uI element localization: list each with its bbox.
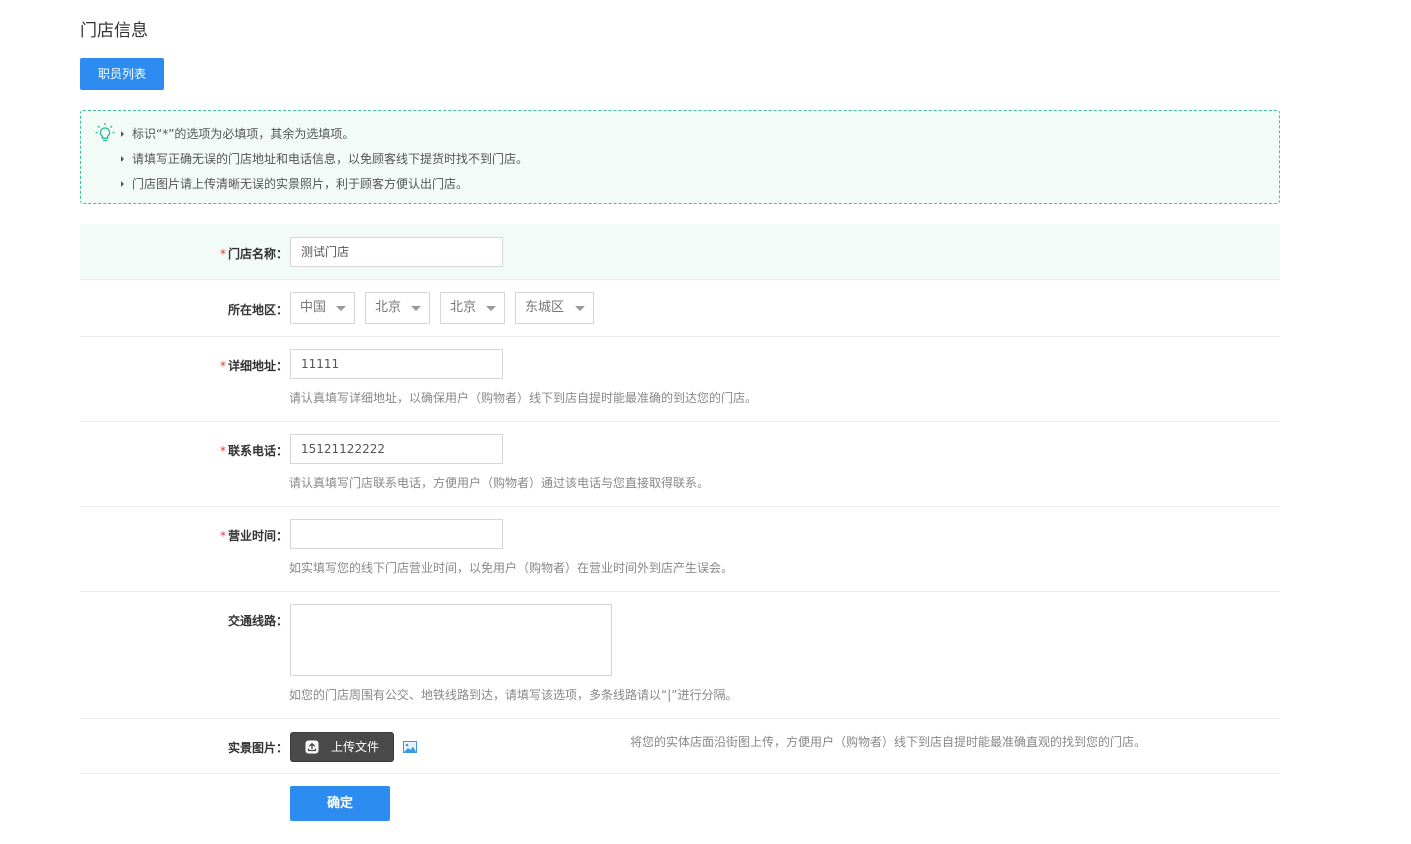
hours-input[interactable] (290, 519, 503, 549)
hours-label: * 营业时间： (219, 529, 288, 543)
province-select[interactable]: 北京 (365, 292, 430, 324)
transit-label: 交通线路： (227, 614, 288, 628)
phone-input[interactable]: 15121122222 (290, 434, 503, 464)
upload-icon (305, 740, 319, 754)
transit-textarea[interactable] (290, 604, 612, 676)
region-label: 所在地区： (227, 303, 288, 317)
chevron-down-icon (336, 306, 346, 311)
chevron-down-icon (411, 306, 421, 311)
hours-row: * 营业时间： 如实填写您的线下门店营业时间，以免用户（购物者）在营业时间外到店产… (80, 507, 1280, 592)
address-input[interactable]: 11111 (290, 349, 503, 379)
tip-item: 标识“*”的选项为必填项，其余为选填项。 (121, 125, 354, 142)
district-select[interactable]: 东城区 (515, 292, 594, 324)
country-select[interactable]: 中国 (290, 292, 355, 324)
upload-file-button[interactable]: 上传文件 (290, 732, 394, 762)
hours-hint: 如实填写您的线下门店营业时间，以免用户（购物者）在营业时间外到店产生误会。 (289, 561, 734, 575)
tips-panel: 标识“*”的选项为必填项，其余为选填项。 请填写正确无误的门店地址和电话信息，以… (80, 110, 1280, 204)
region-row: 所在地区： 中国 北京 北京 东城区 (80, 280, 1280, 337)
transit-hint: 如您的门店周围有公交、地铁线路到达，请填写该选项，多条线路请以“|”进行分隔。 (289, 688, 738, 702)
address-label: * 详细地址： (219, 359, 288, 373)
photo-hint: 将您的实体店面沿街图上传，方便用户（购物者）线下到店自提时能最准确直观的找到您的… (630, 735, 1147, 749)
photo-row: 实景图片： 上传文件 将您的实体店面沿街图上传，方便用户（购物者）线下到店自提时… (80, 719, 1280, 774)
page-title: 门店信息 (80, 21, 148, 41)
city-select[interactable]: 北京 (440, 292, 505, 324)
store-name-row: * 门店名称： 测试门店 (80, 224, 1280, 280)
image-icon[interactable] (403, 741, 417, 753)
chevron-down-icon (486, 306, 496, 311)
store-name-label: * 门店名称： (219, 247, 288, 261)
phone-label: * 联系电话： (219, 444, 288, 458)
address-hint: 请认真填写详细地址，以确保用户（购物者）线下到店自提时能最准确的到达您的门店。 (289, 391, 758, 405)
tip-item: 门店图片请上传清晰无误的实景照片，利于顾客方便认出门店。 (121, 175, 468, 192)
staff-list-button[interactable]: 职员列表 (80, 58, 164, 90)
phone-row: * 联系电话： 15121122222 请认真填写门店联系电话，方便用户（购物者）… (80, 422, 1280, 507)
transit-row: 交通线路： 如您的门店周围有公交、地铁线路到达，请填写该选项，多条线路请以“|”… (80, 592, 1280, 719)
lightbulb-icon (95, 123, 115, 142)
tip-item: 请填写正确无误的门店地址和电话信息，以免顾客线下提货时找不到门店。 (121, 150, 528, 167)
chevron-down-icon (575, 306, 585, 311)
address-row: * 详细地址： 11111 请认真填写详细地址，以确保用户（购物者）线下到店自提时… (80, 337, 1280, 422)
store-name-input[interactable]: 测试门店 (290, 237, 503, 267)
phone-hint: 请认真填写门店联系电话，方便用户（购物者）通过该电话与您直接取得联系。 (289, 476, 710, 490)
photo-label: 实景图片： (227, 741, 288, 755)
confirm-button[interactable]: 确定 (290, 786, 390, 821)
